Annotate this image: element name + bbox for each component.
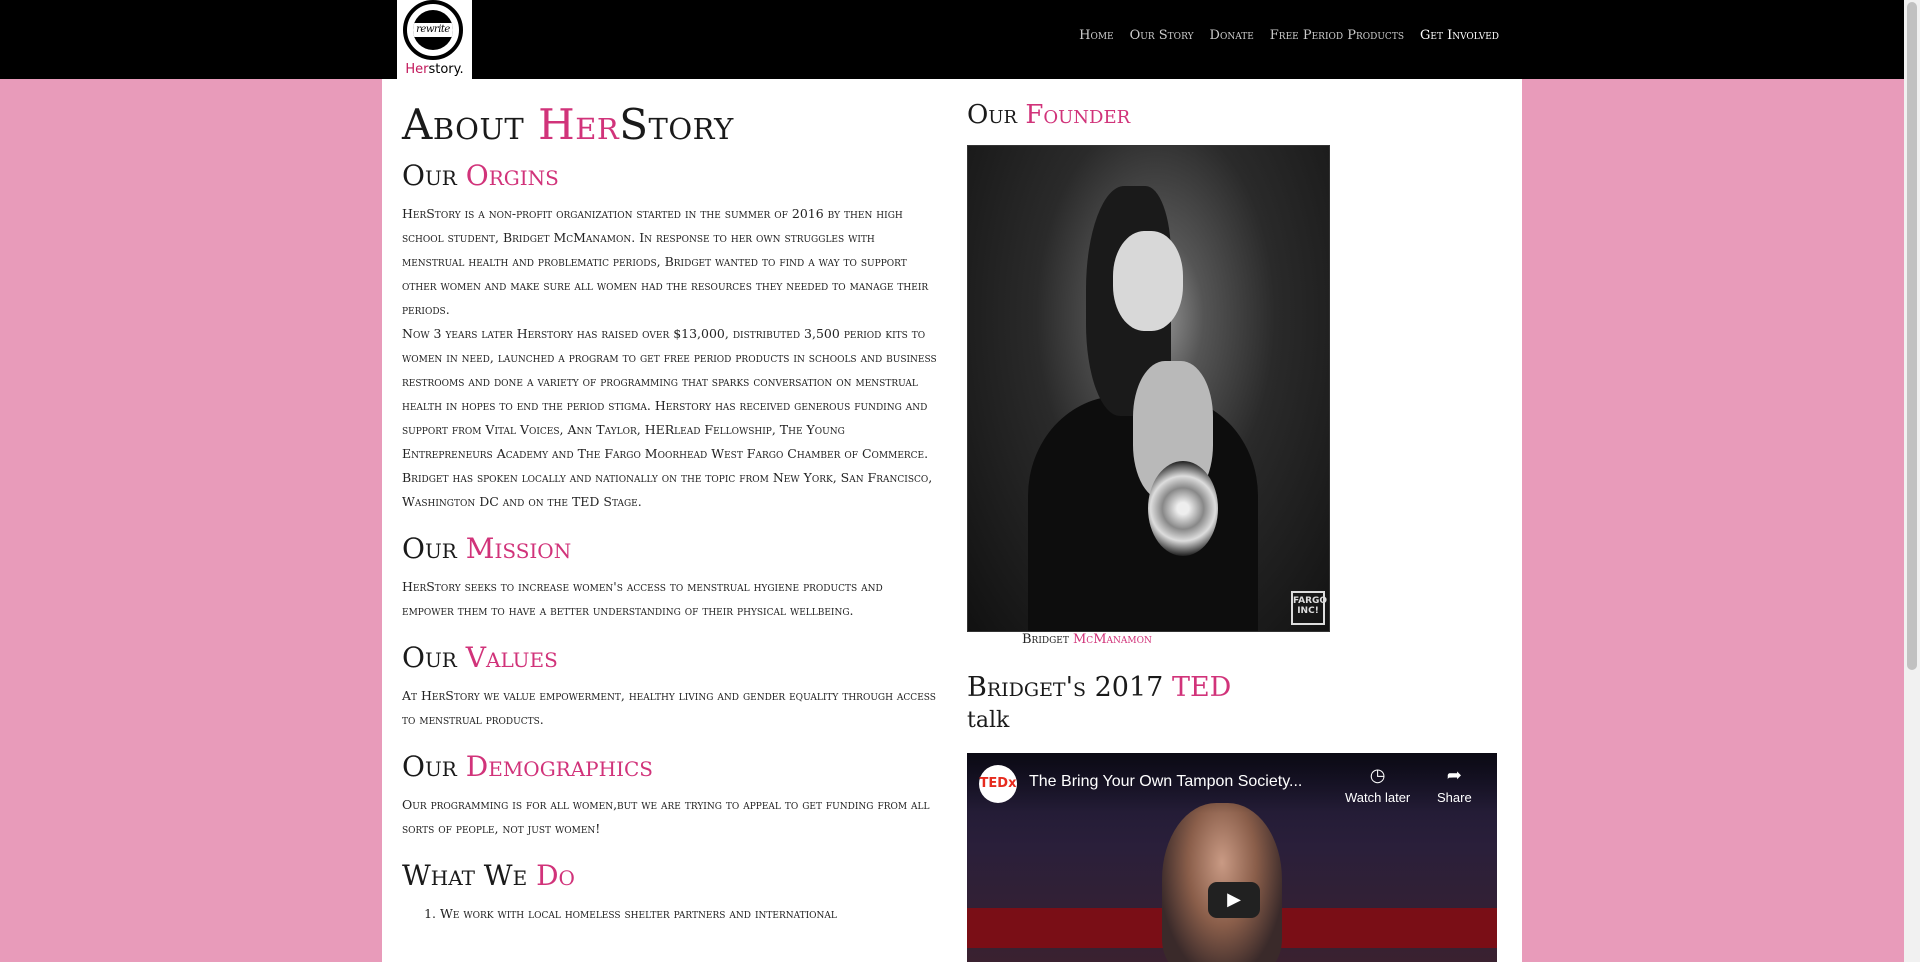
values-heading: Our Values [402, 641, 558, 674]
play-icon: ▶ [1227, 889, 1241, 910]
ted-heading: Bridget's 2017 TED talk [967, 672, 1232, 733]
founder-heading: Our Founder [967, 100, 1131, 130]
what-we-do-heading: What We Do [402, 859, 575, 892]
page-title: About HerStory [402, 100, 734, 149]
share-button[interactable]: ➦ Share [1437, 765, 1472, 805]
values-text: At HerStory we value empowerment, health… [402, 688, 936, 727]
page-scrollbar[interactable] [1904, 0, 1920, 962]
logo-circle-text: rewrite [413, 23, 453, 37]
logo-wordmark: Herstory. [405, 62, 464, 77]
demographics-text: Our programming is for all women,but we … [402, 797, 930, 836]
play-button[interactable]: ▶ [1208, 882, 1260, 918]
about-column: About HerStory Our Orgins HerStory is a … [402, 100, 937, 926]
what-we-do-list: We work with local homeless shelter part… [402, 902, 937, 926]
photo-credit-badge: FARGO INC! [1291, 591, 1327, 625]
list-item: We work with local homeless shelter part… [440, 902, 937, 926]
scrollbar-thumb[interactable] [1907, 2, 1917, 670]
ted-video-embed[interactable]: TEDx The Bring Your Own Tampon Society..… [967, 753, 1497, 962]
founder-column: Our Founder [967, 100, 1502, 130]
watch-later-button[interactable]: ◷ Watch later [1345, 765, 1410, 805]
nav-home[interactable]: Home [1079, 28, 1114, 43]
origins-paragraph-2: Now 3 years later Herstory has raised ov… [402, 326, 937, 509]
demographics-heading: Our Demographics [402, 750, 653, 783]
logo-emblem: rewrite [403, 0, 463, 60]
nav-free-period-products[interactable]: Free Period Products [1270, 28, 1404, 43]
mission-heading: Our Mission [402, 532, 572, 565]
origins-paragraph-1: HerStory is a non-profit organization st… [402, 206, 929, 317]
site-logo[interactable]: rewrite Herstory. [397, 0, 472, 79]
nav-get-involved[interactable]: Get Involved [1420, 28, 1499, 43]
clock-icon: ◷ [1369, 765, 1386, 785]
nav-our-story[interactable]: Our Story [1130, 28, 1194, 43]
share-icon: ➦ [1446, 765, 1462, 785]
mission-text: HerStory seeks to increase women's acces… [402, 579, 883, 618]
founder-caption: Bridget McManamon [1022, 632, 1152, 647]
origins-heading: Our Orgins [402, 159, 559, 192]
video-title[interactable]: The Bring Your Own Tampon Society... [1029, 773, 1329, 791]
nav-donate[interactable]: Donate [1210, 28, 1254, 43]
tedx-channel-avatar[interactable]: TEDx [979, 765, 1017, 803]
top-navbar: rewrite Herstory. Home Our Story Donate … [0, 0, 1904, 79]
founder-photo: FARGO INC! [967, 145, 1330, 632]
main-menu: Home Our Story Donate Free Period Produc… [1079, 28, 1499, 43]
